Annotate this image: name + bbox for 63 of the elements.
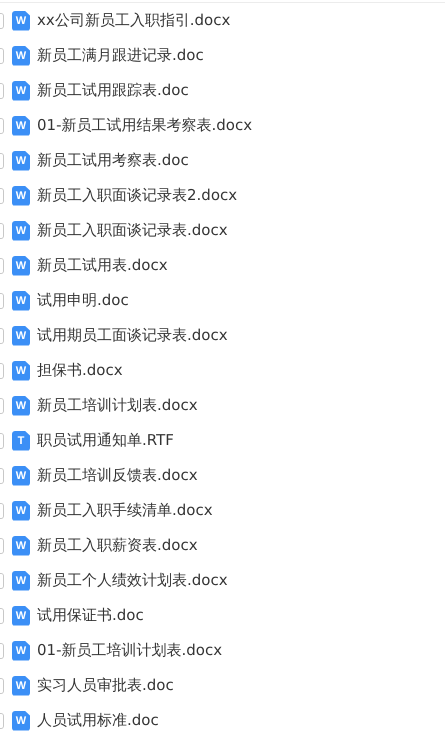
checkbox[interactable] <box>0 48 4 64</box>
checkbox[interactable] <box>0 258 4 274</box>
checkbox[interactable] <box>0 12 4 28</box>
file-name[interactable]: 新员工入职面谈记录表2.docx <box>37 186 238 205</box>
file-name[interactable]: 新员工培训反馈表.docx <box>37 466 198 485</box>
document-icon: W <box>12 116 30 136</box>
file-name[interactable]: 01-新员工试用结果考察表.docx <box>37 116 252 135</box>
document-icon: W <box>12 536 30 556</box>
document-icon: W <box>12 150 30 170</box>
file-name[interactable]: 试用保证书.doc <box>37 606 144 625</box>
checkbox[interactable] <box>0 328 4 344</box>
checkbox[interactable] <box>0 362 4 378</box>
checkbox[interactable] <box>0 502 4 518</box>
document-icon: W <box>12 466 30 486</box>
document-icon: W <box>12 500 30 520</box>
file-name[interactable]: 试用期员工面谈记录表.docx <box>37 326 228 345</box>
checkbox[interactable] <box>0 152 4 168</box>
document-icon: W <box>12 186 30 206</box>
file-name[interactable]: 职员试用通知单.RTF <box>37 431 174 450</box>
file-name[interactable]: 新员工个人绩效计划表.docx <box>37 571 228 590</box>
checkbox[interactable] <box>0 292 4 308</box>
document-icon: W <box>12 256 30 276</box>
checkbox[interactable] <box>0 642 4 658</box>
document-icon: W <box>12 710 30 730</box>
file-name[interactable]: 新员工培训计划表.docx <box>37 396 198 415</box>
checkbox[interactable] <box>0 82 4 98</box>
file-name[interactable]: xx公司新员工入职指引.docx <box>37 11 230 30</box>
checkbox[interactable] <box>0 398 4 414</box>
document-icon: W <box>12 676 30 696</box>
document-icon: T <box>12 430 30 450</box>
document-icon: W <box>12 326 30 346</box>
checkbox[interactable] <box>0 118 4 134</box>
file-name[interactable]: 新员工入职薪资表.docx <box>37 536 198 555</box>
checkbox[interactable] <box>0 712 4 728</box>
file-name[interactable]: 新员工满月跟进记录.doc <box>37 46 204 65</box>
document-icon: W <box>12 220 30 240</box>
file-name[interactable]: 试用申明.doc <box>37 291 129 310</box>
document-icon: W <box>12 10 30 30</box>
file-name[interactable]: 新员工试用表.docx <box>37 256 168 275</box>
document-icon: W <box>12 640 30 660</box>
document-icon: W <box>12 360 30 380</box>
file-name[interactable]: 新员工试用跟踪表.doc <box>37 81 189 100</box>
document-icon: W <box>12 570 30 590</box>
checkbox[interactable] <box>0 188 4 204</box>
file-name[interactable]: 人员试用标准.doc <box>37 711 159 730</box>
document-icon: W <box>12 396 30 416</box>
file-name[interactable]: 新员工试用考察表.doc <box>37 151 189 170</box>
document-icon: W <box>12 80 30 100</box>
document-icon: W <box>12 46 30 66</box>
file-name[interactable]: 担保书.docx <box>37 361 123 380</box>
checkbox[interactable] <box>0 572 4 588</box>
checkbox[interactable] <box>0 222 4 238</box>
file-name[interactable]: 01-新员工培训计划表.docx <box>37 641 222 660</box>
file-name[interactable]: 实习人员审批表.doc <box>37 676 174 695</box>
checkbox[interactable] <box>0 468 4 484</box>
checkbox[interactable] <box>0 538 4 554</box>
file-name[interactable]: 新员工入职面谈记录表.docx <box>37 221 228 240</box>
document-icon: W <box>12 290 30 310</box>
document-icon: W <box>12 606 30 626</box>
file-name[interactable]: 新员工入职手续清单.docx <box>37 501 213 520</box>
checkbox[interactable] <box>0 608 4 624</box>
checkbox[interactable] <box>0 432 4 448</box>
checkbox[interactable] <box>0 678 4 694</box>
